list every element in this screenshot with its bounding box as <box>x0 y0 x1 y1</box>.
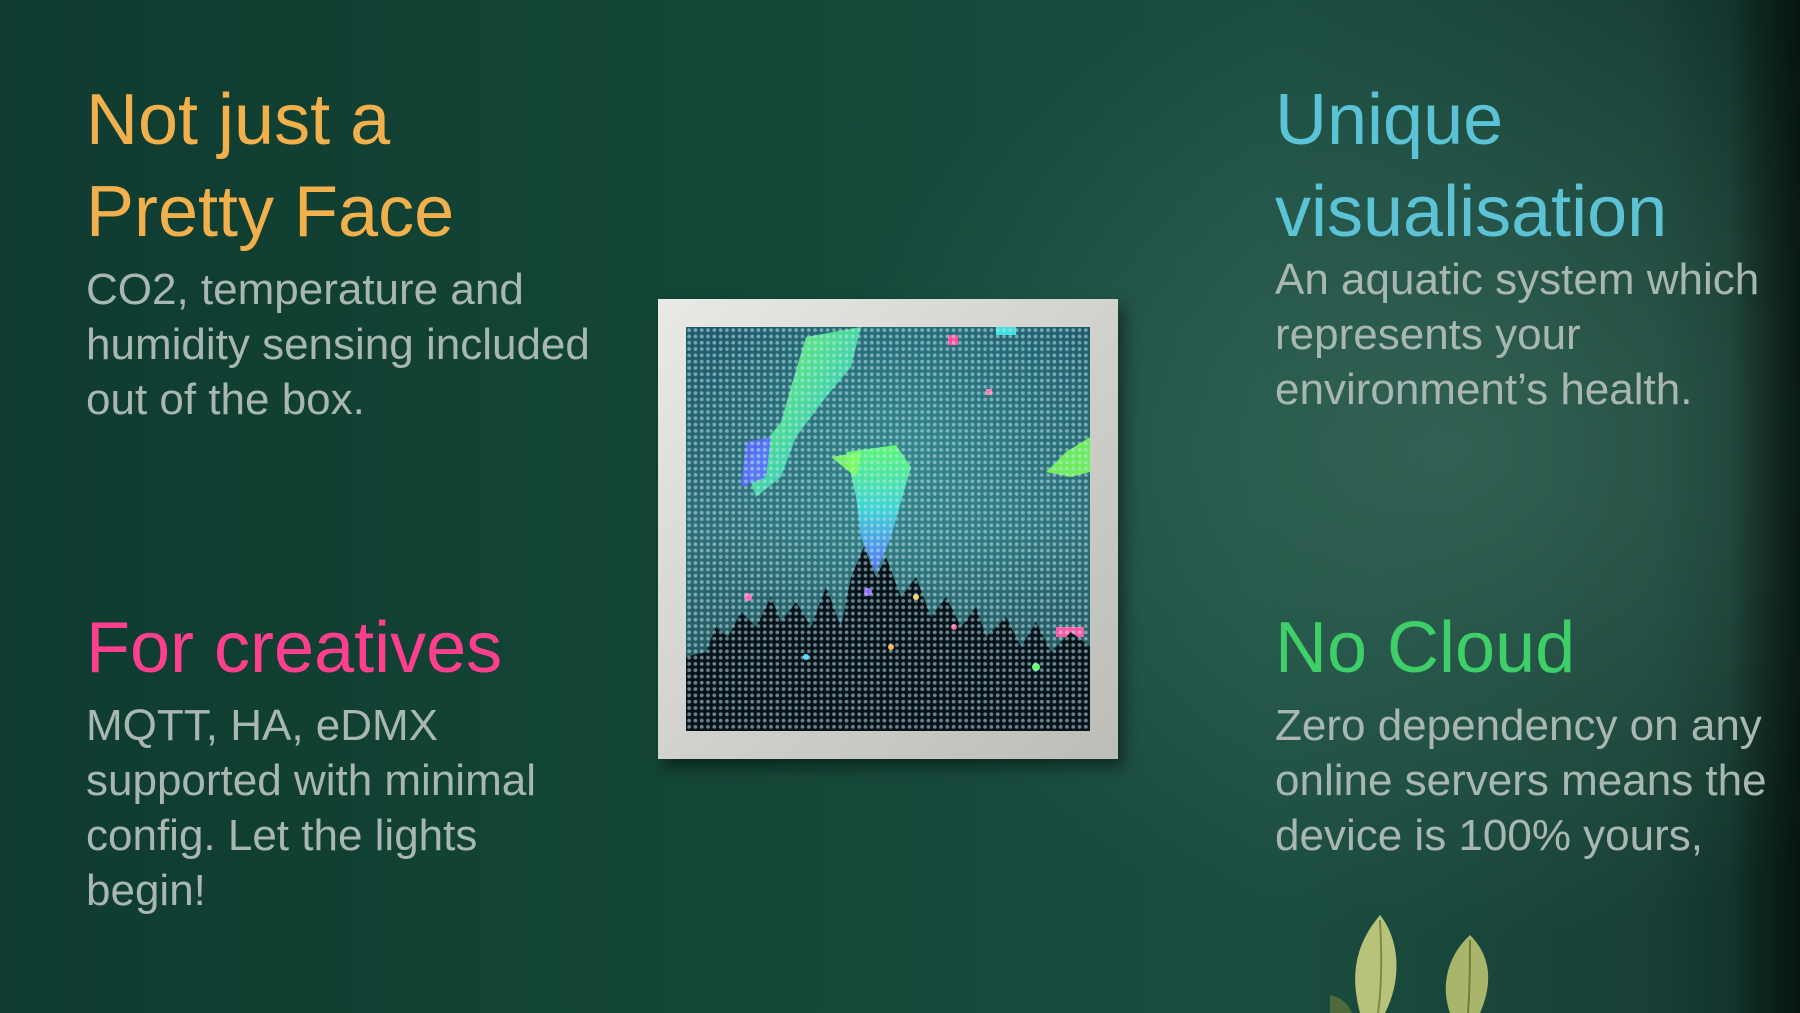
led-panel <box>686 327 1090 731</box>
feature-heading: No Cloud <box>1275 608 1576 688</box>
heading-line: Pretty Face <box>86 172 455 252</box>
feature-description: CO2, temperature and humidity sensing in… <box>86 265 590 424</box>
led-dot-grid <box>686 327 1090 731</box>
feature-heading: Unique visualisation <box>1275 74 1775 258</box>
feature-pretty-face: Not just a Pretty Face CO2, temperature … <box>86 74 606 427</box>
feature-description: Zero dependency on any online servers me… <box>1275 701 1767 860</box>
feature-description: MQTT, HA, eDMX supported with minimal co… <box>86 701 536 915</box>
feature-no-cloud: No Cloud Zero dependency on any online s… <box>1275 602 1775 863</box>
feature-description: An aquatic system which represents your … <box>1275 255 1760 414</box>
feature-heading: Not just a Pretty Face <box>86 74 606 258</box>
led-matrix-frame-icon <box>658 299 1118 759</box>
heading-line: visualisation <box>1275 172 1668 252</box>
feature-unique-visualisation: Unique visualisation An aquatic system w… <box>1275 74 1775 417</box>
heading-line: Not just a <box>86 80 391 160</box>
heading-line: Unique <box>1275 80 1504 160</box>
feature-heading: For creatives <box>86 608 503 688</box>
plant-leaves-icon <box>1330 915 1489 1013</box>
feature-for-creatives: For creatives MQTT, HA, eDMX supported w… <box>86 602 606 918</box>
